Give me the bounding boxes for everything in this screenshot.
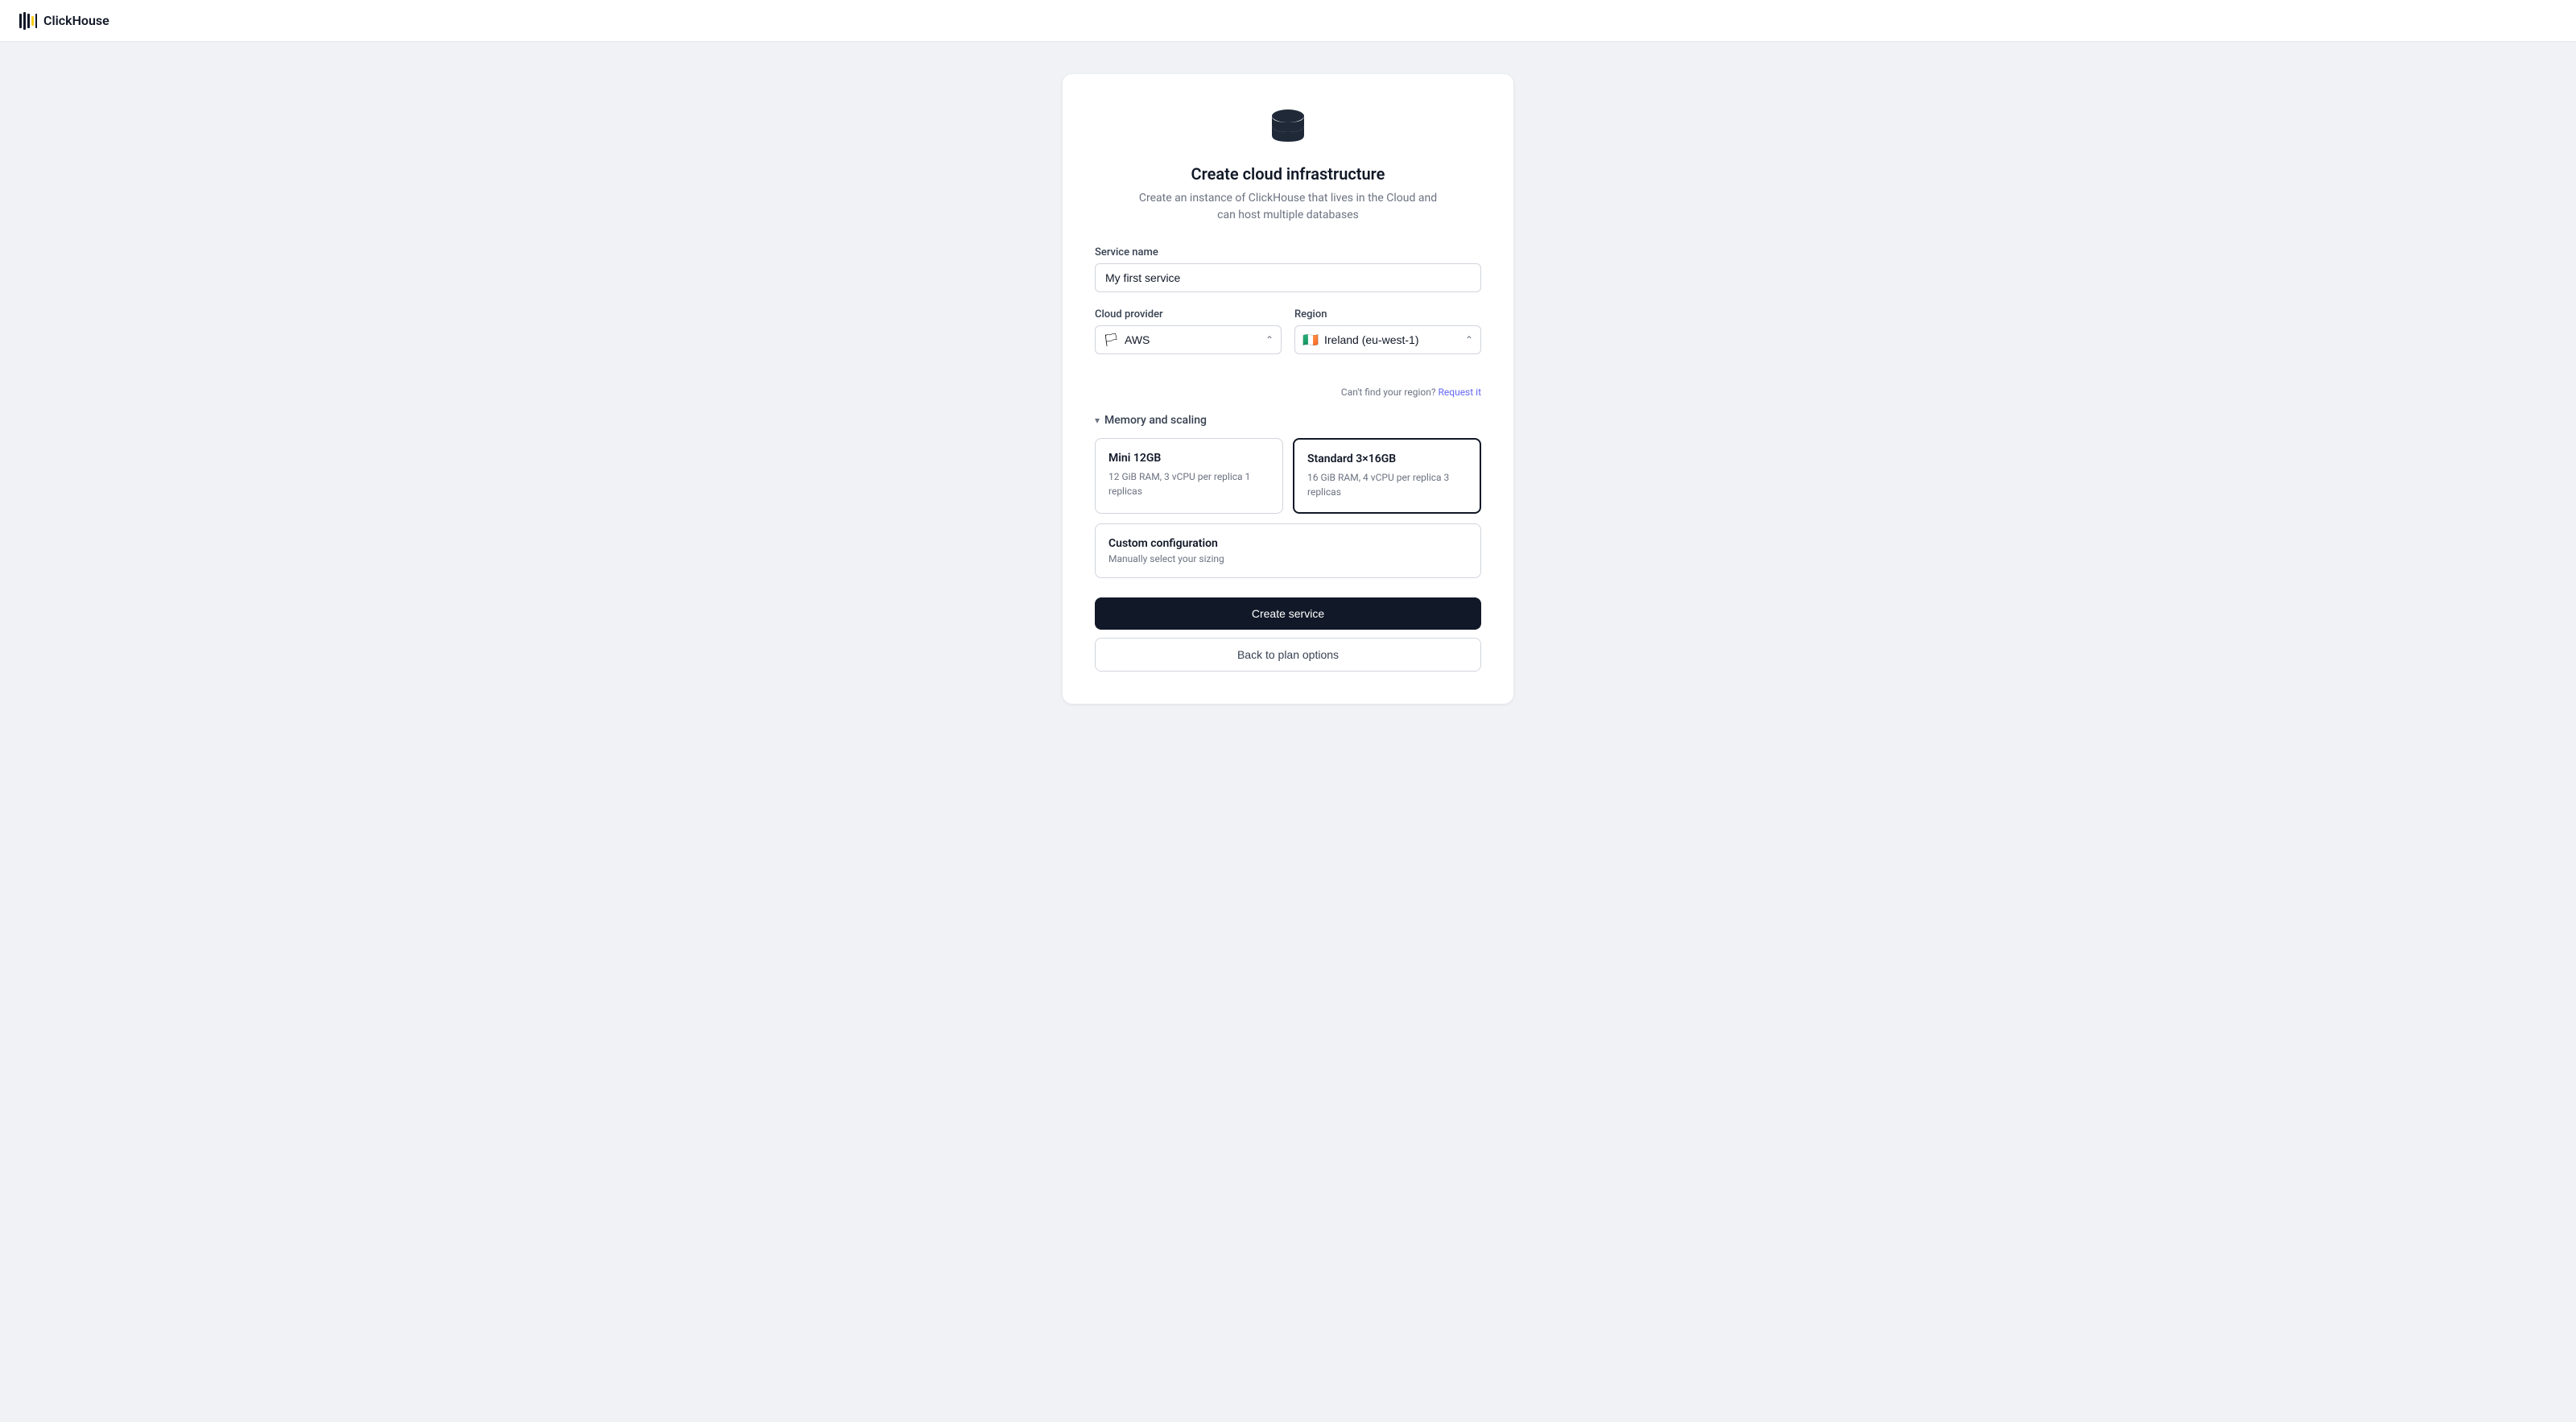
- plan-standard-desc: 16 GiB RAM, 4 vCPU per replica 3 replica…: [1307, 470, 1467, 499]
- create-service-button[interactable]: Create service: [1095, 597, 1481, 630]
- card-header: Create cloud infrastructure Create an in…: [1095, 106, 1481, 224]
- memory-scaling-section: ▾ Memory and scaling Mini 12GB 12 GiB RA…: [1095, 414, 1481, 578]
- create-service-card: Create cloud infrastructure Create an in…: [1063, 74, 1513, 704]
- plan-standard-name: Standard 3×16GB: [1307, 453, 1467, 465]
- navbar: ClickHouse: [0, 0, 2576, 42]
- cloud-provider-select[interactable]: AWS GCP Azure: [1095, 325, 1282, 354]
- plan-mini-desc: 12 GiB RAM, 3 vCPU per replica 1 replica…: [1108, 469, 1269, 498]
- plan-grid: Mini 12GB 12 GiB RAM, 3 vCPU per replica…: [1095, 438, 1481, 514]
- region-select-wrapper: 🇮🇪 Ireland (eu-west-1) US East (us-east-…: [1294, 325, 1481, 354]
- main-content: Create cloud infrastructure Create an in…: [0, 42, 2576, 1422]
- plan-standard[interactable]: Standard 3×16GB 16 GiB RAM, 4 vCPU per r…: [1293, 438, 1481, 514]
- memory-scaling-header[interactable]: ▾ Memory and scaling: [1095, 414, 1481, 427]
- cloud-provider-label: Cloud provider: [1095, 308, 1282, 320]
- service-name-input[interactable]: [1095, 263, 1481, 292]
- page-subtitle: Create an instance of ClickHouse that li…: [1139, 190, 1437, 224]
- section-chevron-icon: ▾: [1095, 415, 1100, 426]
- region-select[interactable]: Ireland (eu-west-1) US East (us-east-1) …: [1294, 325, 1481, 354]
- provider-region-row: Cloud provider 🏳 AWS GCP Azure ⌃ Region …: [1095, 308, 1481, 370]
- service-name-group: Service name: [1095, 246, 1481, 292]
- region-note: Can't find your region? Request it: [1095, 387, 1481, 398]
- region-label: Region: [1294, 308, 1481, 320]
- logo[interactable]: ClickHouse: [19, 12, 109, 30]
- custom-config-name: Custom configuration: [1108, 537, 1468, 550]
- clickhouse-logo-icon: [19, 12, 37, 30]
- custom-config-card[interactable]: Custom configuration Manually select you…: [1095, 523, 1481, 578]
- page-title: Create cloud infrastructure: [1191, 164, 1385, 184]
- cloud-provider-select-wrapper: 🏳 AWS GCP Azure ⌃: [1095, 325, 1282, 354]
- database-icon: [1267, 106, 1309, 151]
- cloud-provider-group: Cloud provider 🏳 AWS GCP Azure ⌃: [1095, 308, 1282, 354]
- request-region-link[interactable]: Request it: [1439, 387, 1482, 398]
- back-to-plan-button[interactable]: Back to plan options: [1095, 638, 1481, 672]
- section-label: Memory and scaling: [1104, 414, 1207, 427]
- plan-mini-name: Mini 12GB: [1108, 452, 1269, 465]
- region-group: Region 🇮🇪 Ireland (eu-west-1) US East (u…: [1294, 308, 1481, 354]
- plan-mini[interactable]: Mini 12GB 12 GiB RAM, 3 vCPU per replica…: [1095, 438, 1283, 514]
- service-name-label: Service name: [1095, 246, 1481, 258]
- logo-text: ClickHouse: [43, 13, 109, 28]
- custom-config-desc: Manually select your sizing: [1108, 553, 1468, 564]
